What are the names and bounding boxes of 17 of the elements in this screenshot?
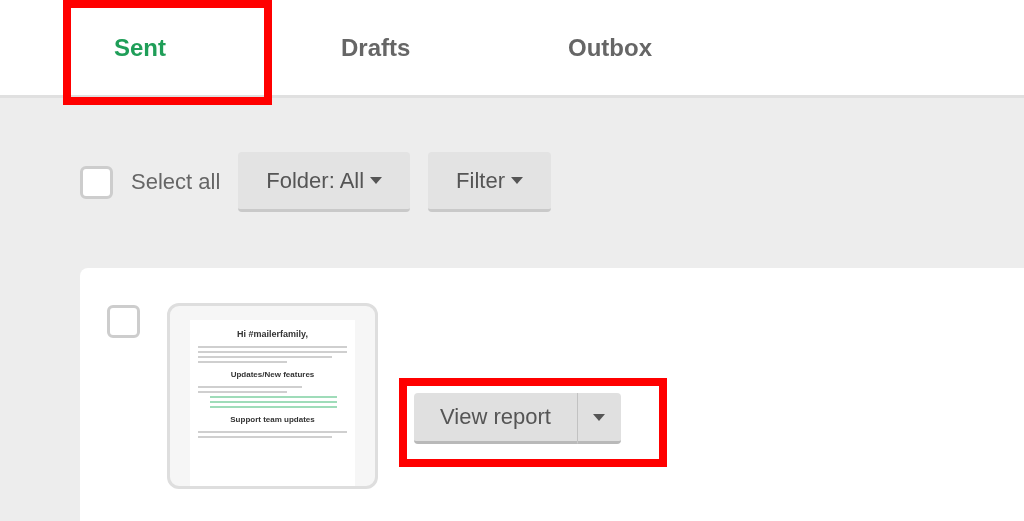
preview-heading: Hi #mailerfamily, [237,329,308,339]
tab[interactable]: Drafts [341,33,411,62]
checkbox[interactable] [107,305,140,338]
select-all-label: Select all [131,169,221,195]
caret-icon [593,413,606,421]
dropdown-button[interactable]: Folder: All [238,152,411,212]
tab[interactable]: Outbox [568,33,652,62]
email-preview-thumbnail[interactable]: Hi #mailerfamily, Updates/New features Support team updates [167,303,378,489]
caret-icon [511,177,523,184]
preview-heading: Updates/New features [230,370,315,379]
caret-icon [370,177,383,184]
checkbox[interactable] [80,165,113,199]
preview-heading: Support team updates [230,415,315,424]
tab[interactable]: Sent [114,33,166,62]
dropdown-button[interactable]: Filter [428,152,551,212]
view-report-button[interactable]: View report [414,393,577,444]
more-options-button[interactable] [576,393,621,444]
